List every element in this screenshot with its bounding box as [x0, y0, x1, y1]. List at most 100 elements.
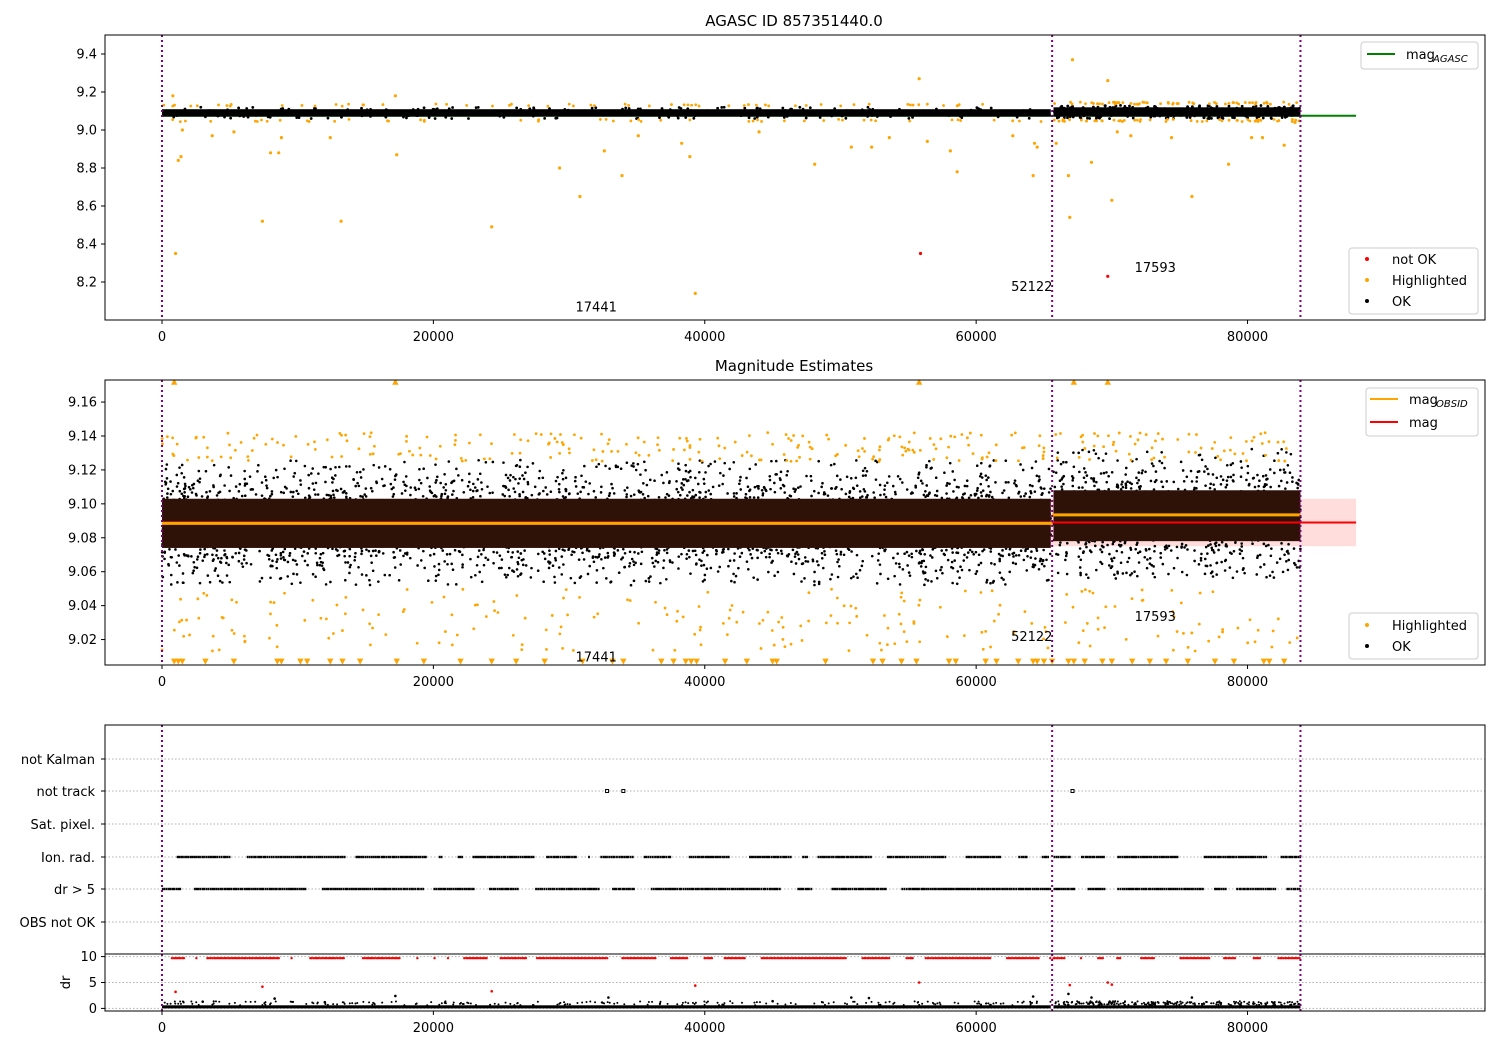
ok-point	[491, 460, 495, 464]
ok-point	[849, 576, 853, 580]
ok-point	[426, 476, 429, 480]
ok-point	[371, 489, 374, 493]
ok-point	[393, 478, 397, 481]
highlighted-point	[518, 451, 522, 455]
ok-point	[322, 568, 326, 572]
ok-point	[292, 490, 295, 494]
ok-point	[504, 473, 508, 477]
panel-agasc-xtick-label: 60000	[955, 330, 996, 345]
highlighted-point	[902, 599, 906, 603]
ok-point	[1255, 573, 1259, 576]
ok-point	[976, 486, 979, 490]
ok-point	[365, 108, 369, 112]
highlighted-point	[1293, 120, 1297, 124]
ok-point	[329, 110, 333, 114]
ok-point	[928, 459, 931, 463]
ok-point	[945, 492, 948, 495]
ok-point	[1109, 114, 1113, 118]
highlighted-point	[606, 442, 610, 446]
ok-point	[779, 470, 783, 474]
highlighted-point	[221, 616, 225, 620]
ok-point	[910, 555, 914, 559]
highlighted-point	[912, 431, 916, 435]
ok-point	[542, 580, 545, 583]
ok-point	[514, 477, 517, 481]
ok-point	[309, 117, 313, 120]
ok-point	[1292, 107, 1296, 111]
ok-point	[813, 580, 816, 583]
ok-point	[632, 579, 636, 583]
ok-point	[606, 551, 610, 555]
ok-point	[605, 577, 608, 580]
ok-point	[282, 558, 286, 562]
ok-point	[595, 568, 599, 572]
ok-point	[178, 466, 181, 469]
highlighted-point	[255, 120, 259, 123]
ok-point	[727, 547, 730, 551]
ok-point	[225, 555, 228, 559]
ok-point	[894, 562, 898, 565]
ok-point	[260, 576, 264, 580]
ok-point	[693, 114, 697, 118]
highlighted-point	[598, 118, 602, 121]
highlighted-point	[1282, 100, 1286, 104]
ok-point	[860, 564, 864, 568]
ok-point	[664, 496, 667, 499]
ok-point	[271, 559, 274, 563]
highlighted-point	[182, 634, 186, 638]
ok-point	[776, 570, 780, 574]
ok-point	[647, 580, 651, 583]
ok-point	[237, 490, 241, 493]
ok-point	[1190, 105, 1194, 109]
ok-point	[703, 578, 706, 582]
ok-point	[583, 464, 586, 468]
highlighted-point	[620, 174, 624, 178]
ok-point	[974, 572, 978, 576]
ok-point	[1040, 493, 1043, 497]
ok-point	[1011, 561, 1015, 565]
ok-point	[295, 116, 299, 120]
highlighted-point	[328, 136, 332, 140]
ok-point	[516, 574, 520, 578]
ok-point	[993, 562, 996, 566]
ok-point	[1008, 570, 1012, 574]
ok-point	[1298, 106, 1301, 110]
highlighted-point	[553, 437, 557, 440]
ok-point	[473, 486, 477, 489]
highlighted-point	[217, 103, 220, 107]
highlighted-point	[205, 446, 209, 450]
ok-point	[389, 482, 393, 486]
ok-point	[965, 479, 969, 483]
ok-point	[574, 485, 578, 488]
ok-point	[287, 107, 291, 111]
ok-point	[793, 555, 797, 558]
highlighted-point	[647, 453, 651, 457]
panel-agasc-xtick-label: 40000	[684, 330, 725, 345]
ok-point	[1290, 114, 1294, 117]
ok-point	[692, 495, 696, 499]
highlighted-point	[546, 104, 550, 108]
highlighted-point	[792, 434, 795, 437]
ok-point	[781, 106, 785, 110]
ok-point	[1178, 107, 1182, 111]
ok-point	[786, 469, 789, 473]
ok-point	[1037, 567, 1041, 571]
ok-point	[223, 549, 226, 552]
ok-point	[547, 566, 551, 570]
ok-point	[764, 555, 768, 559]
highlighted-point	[917, 603, 921, 607]
ok-point	[817, 582, 821, 586]
ok-point	[1049, 487, 1052, 490]
highlighted-point	[787, 437, 791, 440]
highlighted-point	[971, 452, 975, 456]
highlighted-point	[1166, 101, 1170, 104]
highlighted-point	[688, 155, 692, 159]
highlighted-point	[637, 621, 640, 625]
ok-point	[1149, 115, 1153, 119]
ok-point	[924, 490, 927, 493]
highlighted-point	[987, 451, 991, 455]
highlighted-point	[282, 443, 285, 447]
ok-point	[1244, 114, 1248, 118]
ok-point	[1074, 108, 1078, 112]
ok-point	[388, 573, 391, 577]
